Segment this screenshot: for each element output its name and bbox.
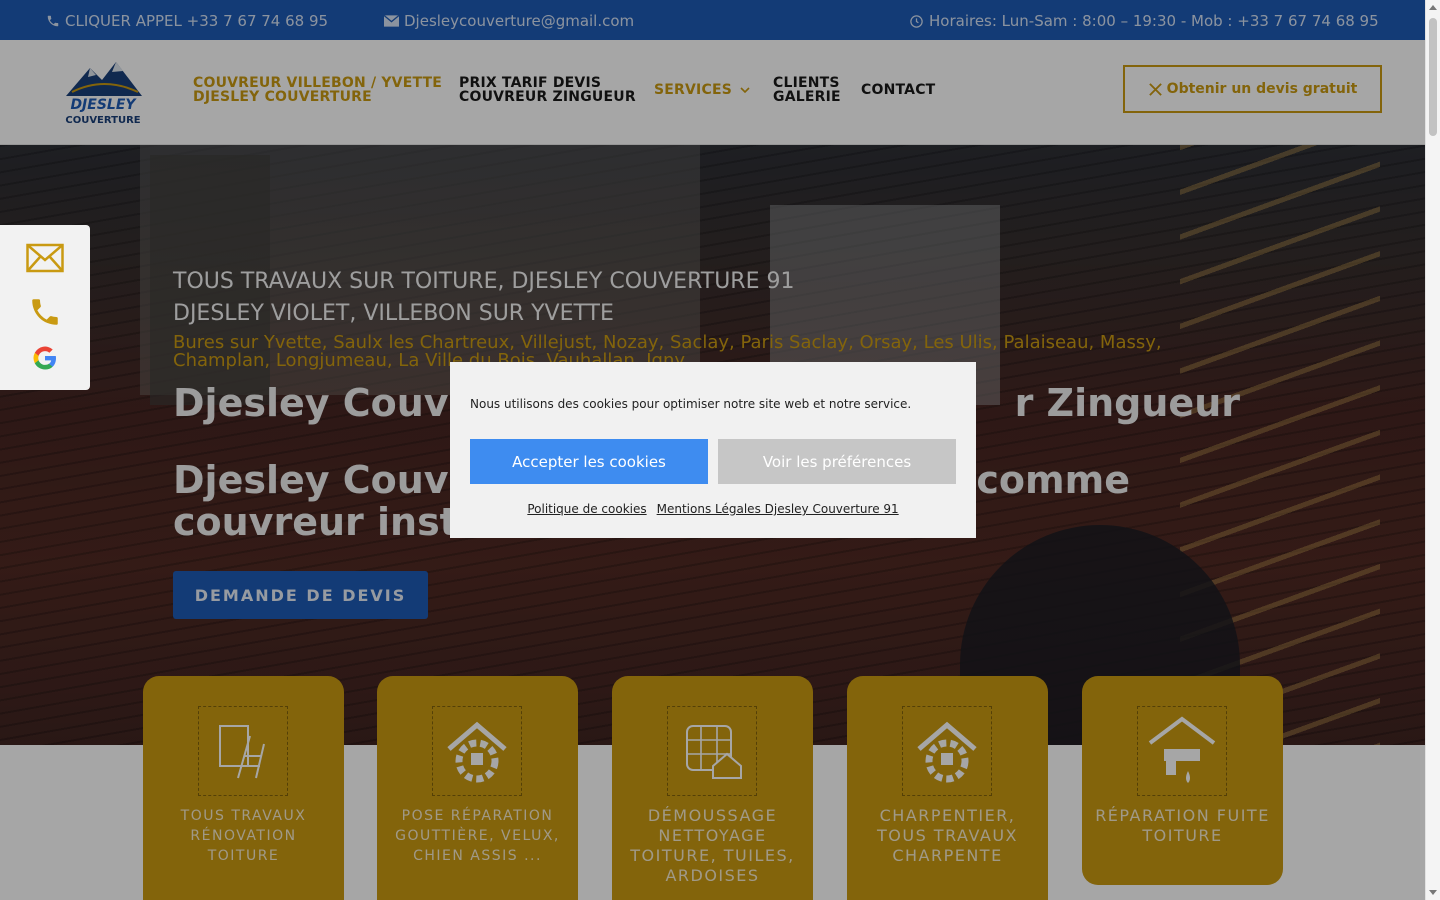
envelope-icon (26, 243, 64, 273)
call-shortcut[interactable] (28, 295, 62, 333)
cookie-message: Nous utilisons des cookies pour optimise… (470, 397, 912, 411)
cookie-consent-modal: Nous utilisons des cookies pour optimise… (450, 362, 976, 538)
google-icon (33, 346, 56, 370)
cookie-links: Politique de cookies Mentions Légales Dj… (450, 502, 976, 516)
page-scrollbar[interactable] (1425, 0, 1440, 900)
google-reviews-shortcut[interactable] (32, 345, 58, 375)
scroll-down-arrow-icon[interactable] (1429, 890, 1437, 895)
accept-cookies-button[interactable]: Accepter les cookies (470, 439, 708, 484)
scroll-up-arrow-icon[interactable] (1429, 5, 1437, 10)
scrollbar-thumb[interactable] (1429, 18, 1437, 136)
cookie-policy-link[interactable]: Politique de cookies (527, 502, 646, 516)
phone-icon (32, 299, 58, 325)
email-shortcut[interactable] (26, 243, 64, 277)
legal-notice-link[interactable]: Mentions Légales Djesley Couverture 91 (657, 502, 899, 516)
side-contact-panel (0, 225, 90, 390)
cookie-preferences-button[interactable]: Voir les préférences (718, 439, 956, 484)
